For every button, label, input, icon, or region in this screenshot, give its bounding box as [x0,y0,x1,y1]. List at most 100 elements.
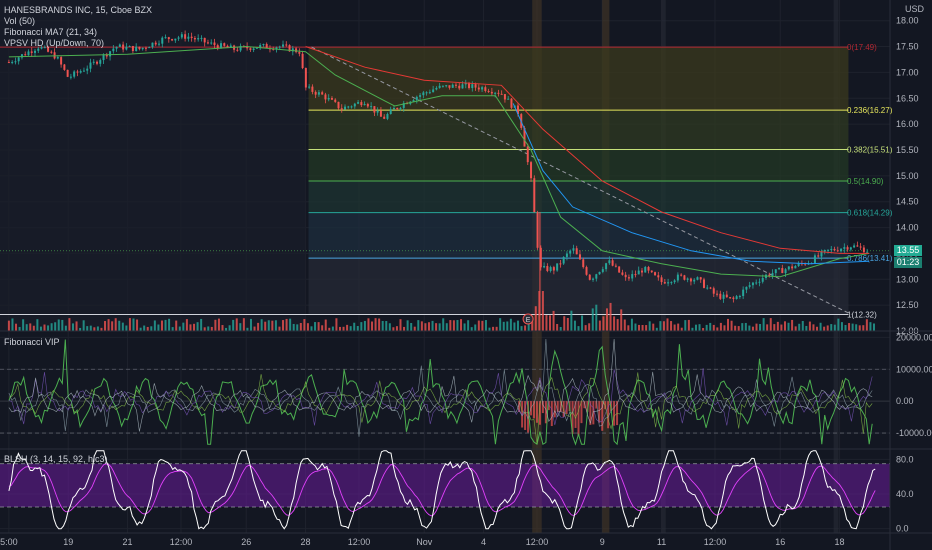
volume-bar [111,321,114,331]
fib-level-label: 1(12.32) [847,310,877,319]
candle-body [187,36,190,39]
candle-body [17,57,20,62]
candle-body [510,98,513,108]
candle-body [836,250,839,252]
candle-body [627,277,630,279]
volume-bar [282,320,285,331]
volume-bar [64,325,67,331]
fib-zone [308,149,849,182]
fib-zone [308,47,849,111]
volume-bar [638,324,641,331]
candle-body [719,293,722,299]
candle-body [686,278,689,280]
volume-bar [549,315,552,331]
price-tick-label: 10000.00 [896,364,932,374]
candle-body [490,91,493,94]
candle-body [220,43,223,49]
vip-histogram-bar [535,401,538,423]
volume-bar [395,326,398,331]
volume-bar [830,324,833,331]
candle-body [347,106,350,108]
candle-body [249,48,252,50]
candle-body [161,37,164,44]
indicator-vol[interactable]: Vol (50) [4,16,152,27]
volume-bar [150,326,153,331]
time-tick-label: 5:00 [0,537,18,547]
candle-body [340,108,343,110]
candle-body [503,94,506,100]
time-tick-label: 9 [600,537,605,547]
volume-bar [488,327,491,331]
volume-bar [285,318,288,331]
volume-bar [509,318,512,331]
volume-bar [855,324,858,331]
volume-bar [406,320,409,331]
volume-bar [709,322,712,331]
volume-bar [221,325,224,331]
volume-bar [872,323,875,331]
candle-body [206,42,209,44]
chart-canvas[interactable]: 0(17.49) 0.236(16.27) 0.382(15.51) 0.5(14.9… [0,0,932,550]
candle-body [174,38,177,41]
volume-bar [541,291,544,331]
candle-body [755,282,758,284]
candle-body [598,271,601,275]
candle-body [193,38,196,40]
vip-legend: Fibonacci VIP [4,337,60,348]
volume-bar [545,315,548,331]
volume-bar [57,319,60,331]
volume-bar [7,320,10,331]
volume-bar [844,324,847,331]
candle-body [575,248,578,255]
price-tick-label: 13.00 [896,274,919,284]
volume-bar [314,322,317,331]
volume-bar [114,318,117,331]
volume-bar [171,327,174,331]
candle-body [849,247,852,250]
fib-zone [308,181,849,213]
candle-body [30,51,33,53]
candle-body [608,260,611,264]
volume-bar [556,323,559,331]
volume-bar [673,324,676,331]
volume-bar [235,318,238,331]
volume-bar [353,322,356,331]
candle-body [742,289,745,296]
candle-body [415,96,418,101]
blsh-title[interactable]: BLSH (3, 14, 15, 92, hlc3) [4,454,108,465]
candle-body [634,274,637,276]
volume-bar [666,318,669,331]
volume-bar [534,306,537,331]
volume-bar [36,319,39,331]
volume-bar [776,321,779,331]
candle-body [546,266,549,271]
candle-body [722,294,725,299]
indicator-vpsv[interactable]: VPSV HD (Up/Down, 70) [4,38,152,49]
candle-body [787,266,790,270]
volume-bar [128,318,131,331]
candle-body [833,248,836,251]
candle-body [167,37,170,40]
volume-bar [346,324,349,331]
time-tick-label: 28 [301,537,311,547]
candle-body [330,97,333,100]
candle-body [14,61,17,63]
candle-body [210,42,213,44]
volume-bar [499,318,502,331]
candle-body [712,288,715,294]
symbol-title[interactable]: HANESBRANDS INC, 15, Cboe BZX [4,5,152,16]
volume-bar [477,320,480,331]
price-tick-label: 15.50 [896,145,919,155]
volume-bar [442,318,445,331]
volume-bar [331,326,334,331]
volume-bar [723,325,726,331]
candle-body [751,282,754,286]
volume-bar [798,323,801,331]
vip-title[interactable]: Fibonacci VIP [4,337,60,348]
volume-bar [634,323,637,331]
candle-body [494,92,497,94]
volume-bar [360,322,363,331]
indicator-fib-ma[interactable]: Fibonacci MA7 (21, 34) [4,27,152,38]
candle-body [311,86,314,92]
volume-bar [299,322,302,331]
